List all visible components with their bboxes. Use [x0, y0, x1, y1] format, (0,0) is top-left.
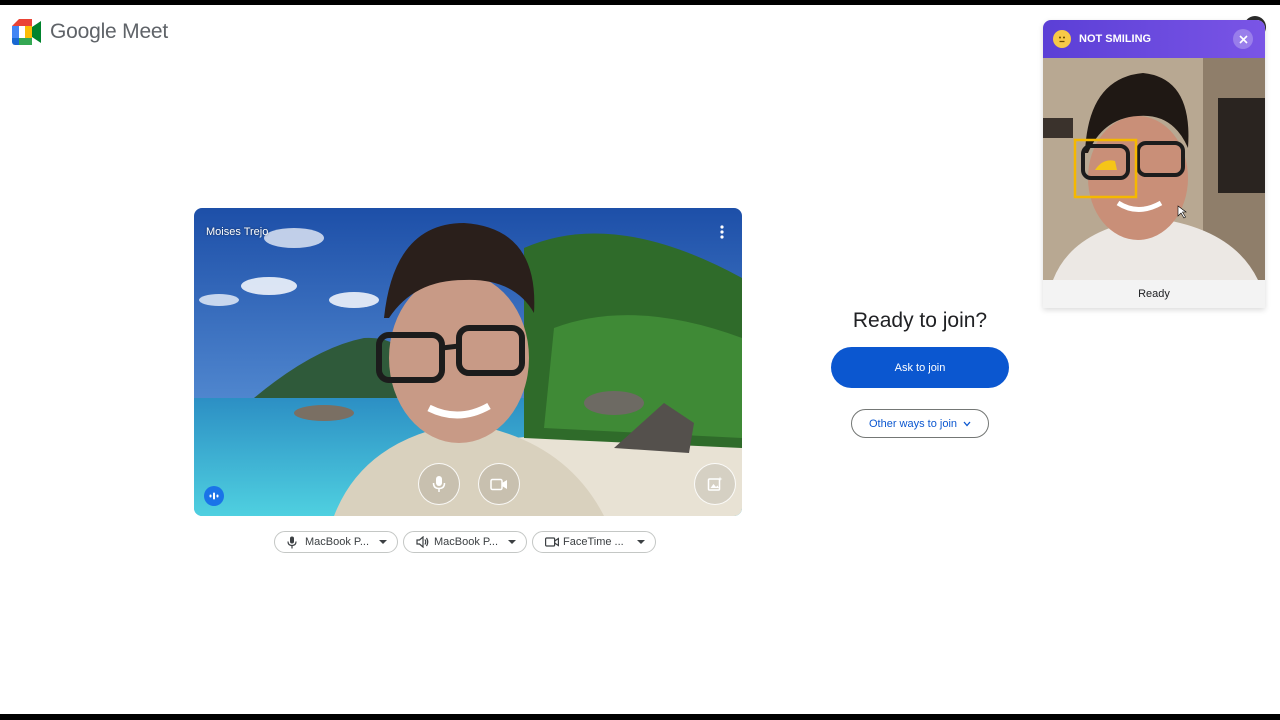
smile-status-title: NOT SMILING [1079, 33, 1152, 45]
app-title: Google Meet [50, 20, 169, 43]
microphone-select-label: MacBook P... [305, 536, 369, 548]
ready-heading: Ready to join? [852, 309, 988, 332]
mic-toggle-button[interactable] [418, 463, 460, 505]
other-ways-label: Other ways to join [868, 417, 958, 430]
camera-toggle-button[interactable] [478, 463, 520, 505]
speaker-select-label: MacBook P... [434, 536, 498, 548]
videocam-icon [545, 535, 559, 549]
self-video-preview: Moises Trejo [194, 208, 742, 516]
camera-feed-image [1043, 58, 1265, 280]
close-panel-button[interactable] [1233, 29, 1253, 49]
meet-logo-icon [12, 19, 42, 45]
ask-to-join-button[interactable]: Ask to join [831, 347, 1009, 388]
more-vert-icon[interactable] [720, 225, 724, 239]
smile-panel-header: NOT SMILING [1043, 20, 1265, 58]
mic-icon [432, 476, 446, 492]
camera-select-label: FaceTime ... [563, 536, 624, 548]
smile-detector-panel: NOT SMILING Ready [1043, 20, 1265, 308]
screen-top-bar [0, 0, 1280, 5]
chevron-down-icon [963, 421, 971, 426]
other-ways-to-join-button[interactable]: Other ways to join [851, 409, 989, 438]
participant-name: Moises Trejo [206, 226, 269, 238]
close-icon [1238, 34, 1248, 44]
visual-effects-button[interactable] [694, 463, 736, 505]
speaker-icon [416, 535, 430, 549]
face-detection-camera [1043, 58, 1265, 280]
audio-level-indicator [204, 486, 224, 506]
device-selectors: MacBook P... MacBook P... FaceTime ... [274, 531, 656, 553]
google-meet-logo[interactable]: Google Meet [12, 19, 168, 45]
screen-bottom-bar [0, 714, 1280, 720]
visual-effects-icon [707, 476, 723, 491]
neutral-face-icon [1053, 30, 1071, 48]
dropdown-arrow-icon [379, 540, 387, 544]
camera-select[interactable]: FaceTime ... [532, 531, 656, 553]
dropdown-arrow-icon [637, 540, 645, 544]
detector-status: Ready [1043, 280, 1265, 308]
dropdown-arrow-icon [508, 540, 516, 544]
speaker-select[interactable]: MacBook P... [403, 531, 527, 553]
videocam-icon [490, 478, 507, 490]
video-frame-image [194, 208, 742, 516]
microphone-select[interactable]: MacBook P... [274, 531, 398, 553]
audio-wave-icon [209, 492, 219, 500]
mic-icon [287, 535, 301, 549]
